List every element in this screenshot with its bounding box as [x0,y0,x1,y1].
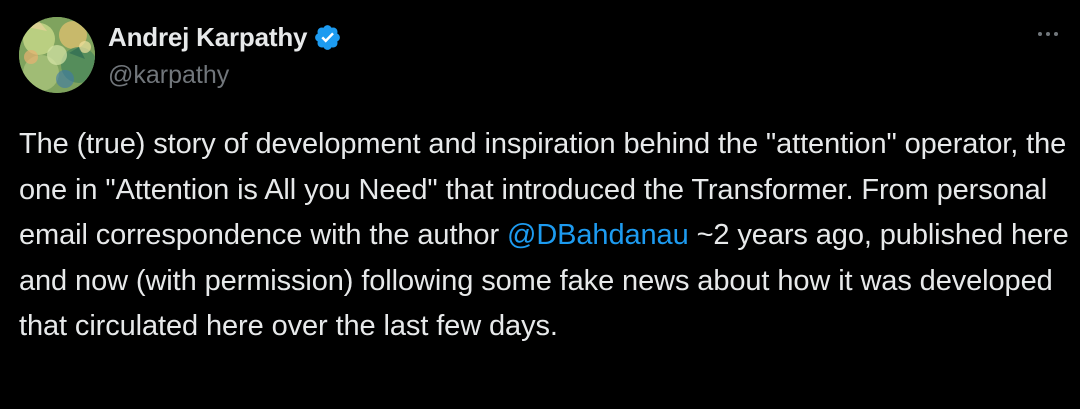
more-options-icon [1038,32,1042,36]
avatar[interactable] [19,17,95,93]
author-display-name[interactable]: Andrej Karpathy [108,22,307,53]
author-name-row: Andrej Karpathy [108,18,342,56]
tweet-card: Andrej Karpathy @karpathy The (true) sto… [0,0,1080,409]
more-options-icon-dot [1046,32,1050,36]
profile-avatar-image [19,17,95,93]
mention-link[interactable]: @DBahdanau [507,219,689,251]
more-options-button[interactable] [1030,21,1066,47]
more-options-icon-dot [1054,32,1058,36]
verified-badge-icon[interactable] [313,23,342,52]
author-handle[interactable]: @karpathy [108,58,229,92]
tweet-text: The (true) story of development and insp… [19,122,1069,350]
